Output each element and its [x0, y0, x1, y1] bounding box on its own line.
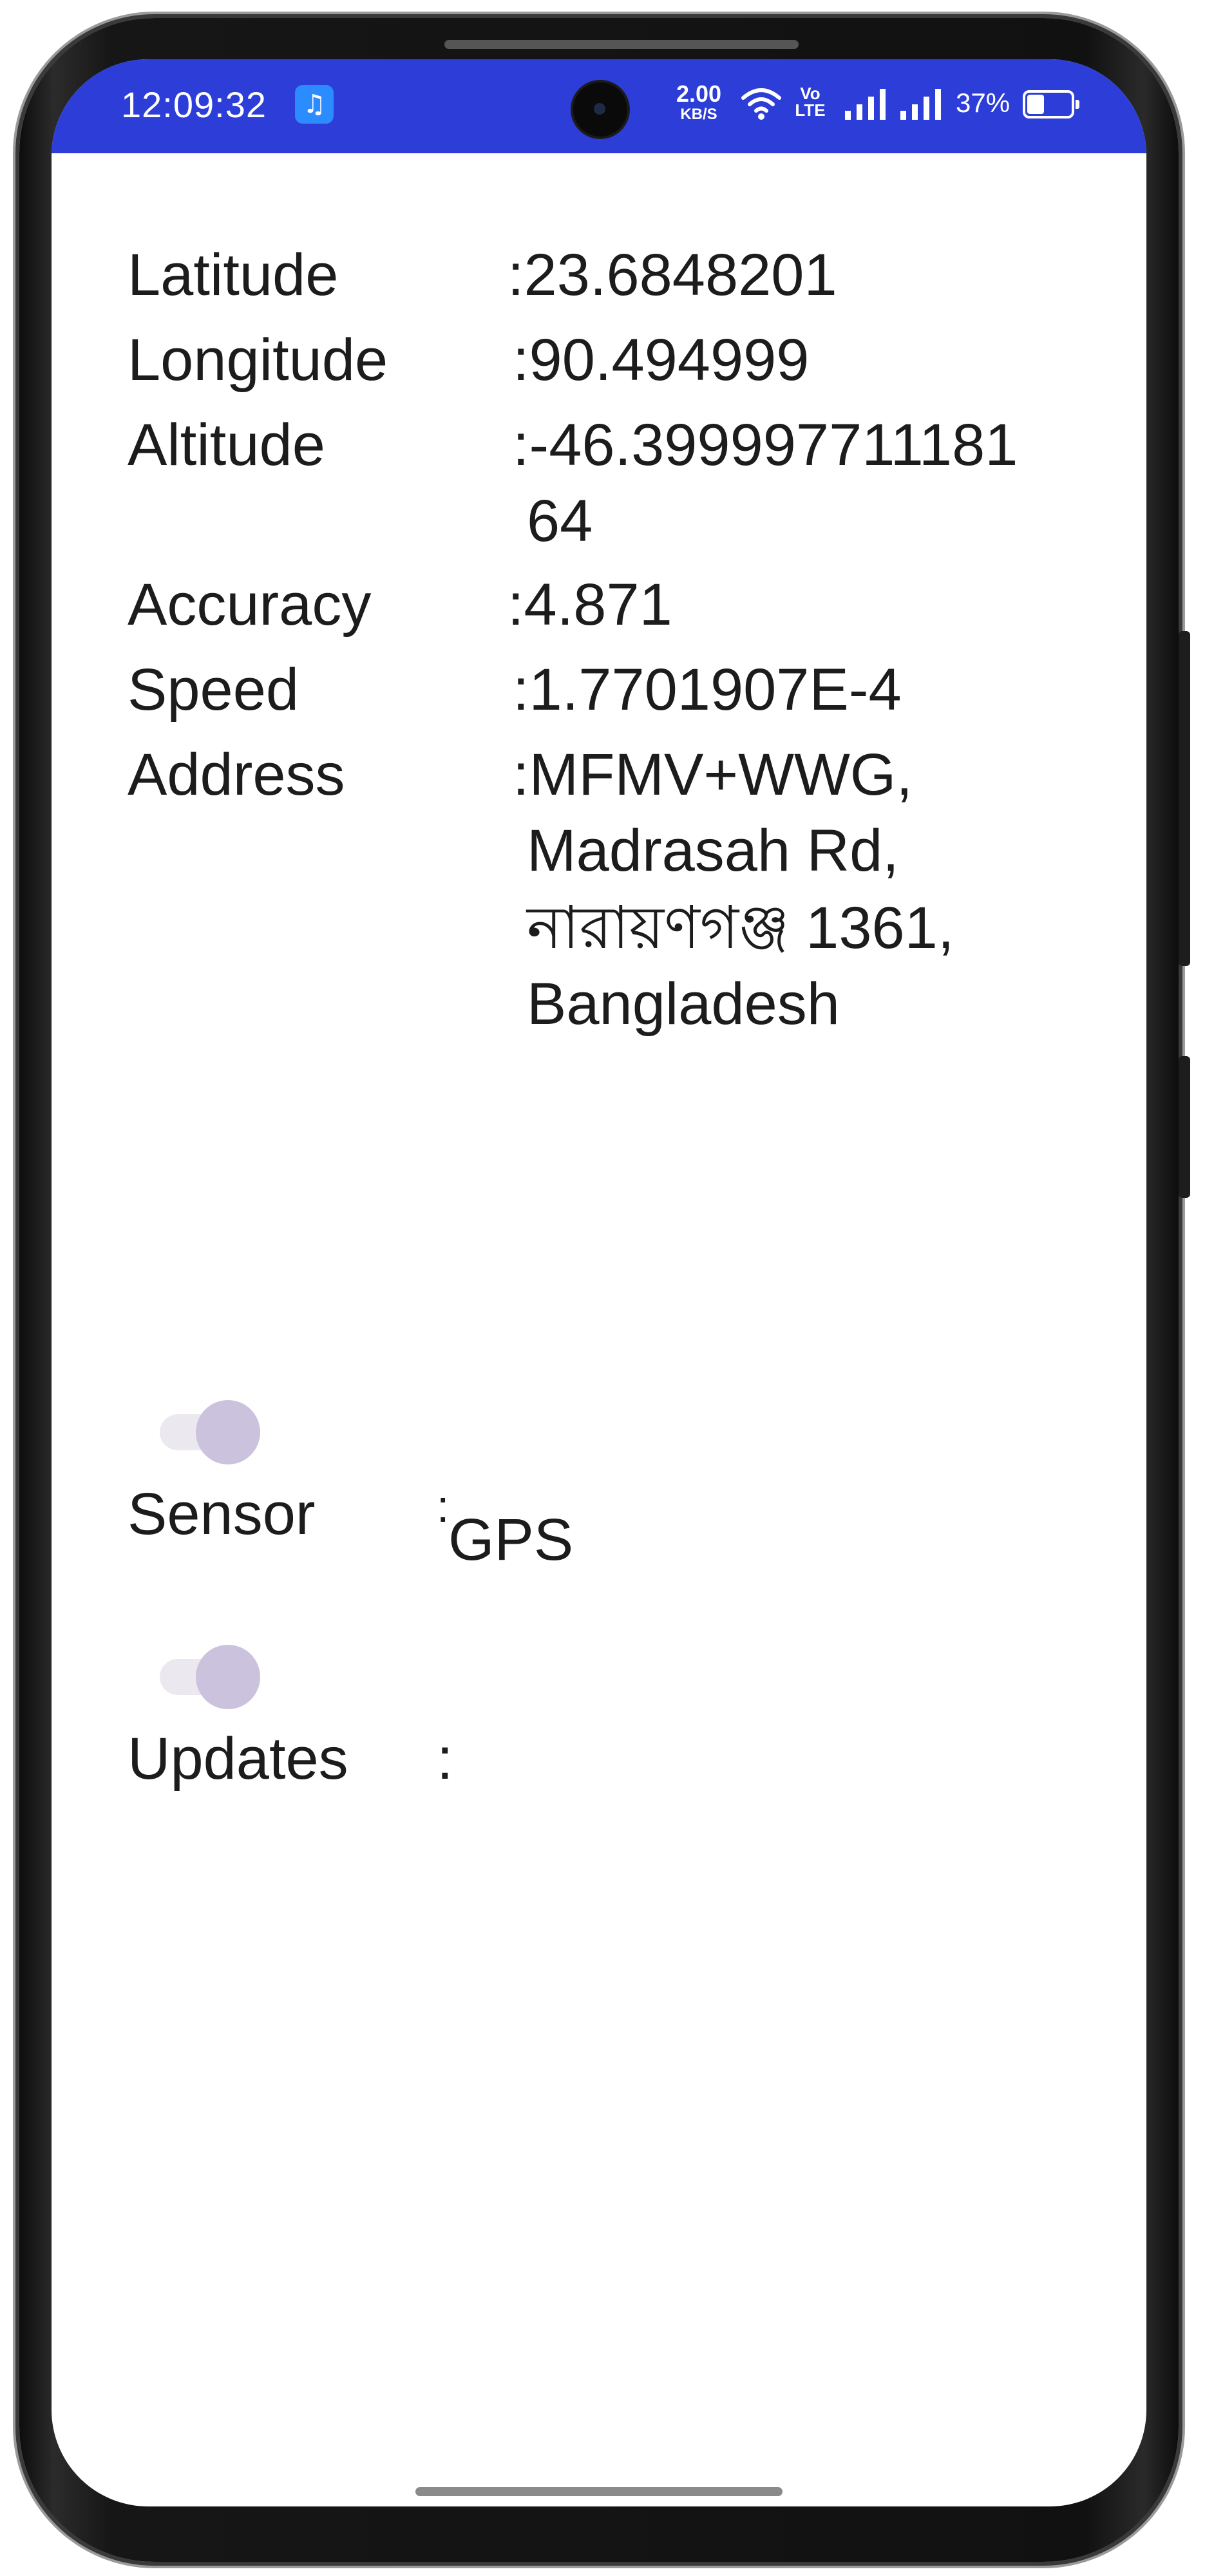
- longitude-value: :90.494999: [513, 327, 810, 393]
- app-screen: 12:09:32 ♫ 2.00 KB/S Vo LTE 37% Latitude…: [52, 59, 1146, 2506]
- status-bar: 12:09:32 ♫ 2.00 KB/S Vo LTE 37%: [52, 59, 1146, 153]
- front-camera: [573, 82, 627, 137]
- speed-value: :1.7701907E-4: [513, 657, 902, 723]
- updates-switch-thumb: [196, 1645, 260, 1709]
- music-icon: ♫: [295, 85, 334, 124]
- signal-icon: [845, 89, 886, 120]
- latitude-label: Latitude: [128, 242, 339, 308]
- home-gesture-bar[interactable]: [415, 2487, 783, 2496]
- power-button: [1179, 631, 1190, 966]
- address-value-line2: Madrasah Rd,: [527, 818, 899, 884]
- sensor-switch-thumb: [196, 1400, 260, 1464]
- signal-icon: [900, 89, 941, 120]
- address-label: Address: [128, 742, 345, 808]
- network-speed-value: 2.00: [676, 80, 722, 107]
- address-value: :MFMV+WWG,: [513, 742, 913, 808]
- sensor-value: GPS: [448, 1507, 574, 1573]
- altitude-value-continued: 64: [527, 488, 593, 554]
- accuracy-label: Accuracy: [128, 572, 372, 638]
- altitude-label: Altitude: [128, 412, 325, 478]
- status-time: 12:09:32: [121, 84, 267, 125]
- speaker-slot: [444, 40, 799, 49]
- address-value-line3: নারায়ণগঞ্জ 1361,: [527, 895, 954, 961]
- volume-button: [1179, 1056, 1190, 1198]
- latitude-value: :23.6848201: [508, 242, 837, 308]
- speed-label: Speed: [128, 657, 299, 723]
- longitude-label: Longitude: [128, 327, 388, 393]
- volte-icon: Vo LTE: [791, 85, 830, 118]
- wifi-icon: [741, 88, 781, 120]
- volte-bottom-text: LTE: [795, 100, 826, 120]
- battery-icon: [1023, 90, 1079, 118]
- altitude-value: :-46.399997711181: [513, 412, 1018, 478]
- updates-label: Updates: [128, 1726, 348, 1792]
- battery-percent: 37%: [956, 88, 1010, 118]
- sensor-label: Sensor: [128, 1481, 316, 1547]
- accuracy-value: :4.871: [508, 572, 672, 638]
- updates-colon: :: [437, 1726, 453, 1792]
- network-speed-unit: KB/S: [680, 106, 717, 123]
- address-value-line4: Bangladesh: [527, 971, 840, 1037]
- network-speed: 2.00 KB/S: [670, 82, 728, 122]
- volte-top-text: Vo: [800, 84, 821, 103]
- updates-switch[interactable]: [160, 1638, 263, 1709]
- sensor-colon: :: [437, 1481, 450, 1531]
- sensor-switch[interactable]: [160, 1394, 263, 1464]
